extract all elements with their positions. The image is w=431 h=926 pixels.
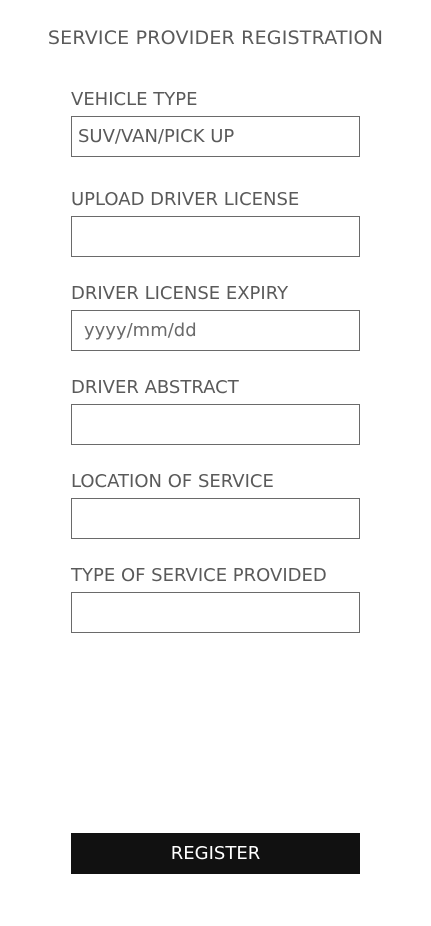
type-of-service-label: TYPE OF SERVICE PROVIDED — [71, 565, 327, 586]
page-title: SERVICE PROVIDER REGISTRATION — [47, 27, 384, 49]
driver-license-expiry-label: DRIVER LICENSE EXPIRY — [71, 283, 289, 304]
location-of-service-field[interactable] — [71, 498, 360, 539]
driver-license-expiry-placeholder: yyyy/mm/dd — [84, 320, 197, 341]
vehicle-type-value: SUV/VAN/PICK UP — [78, 126, 235, 147]
upload-driver-license-field[interactable] — [71, 216, 360, 257]
driver-abstract-label: DRIVER ABSTRACT — [71, 377, 239, 398]
register-button[interactable]: REGISTER — [71, 833, 360, 874]
driver-license-expiry-field[interactable]: yyyy/mm/dd — [71, 310, 360, 351]
type-of-service-field[interactable] — [71, 592, 360, 633]
driver-abstract-field[interactable] — [71, 404, 360, 445]
location-of-service-label: LOCATION OF SERVICE — [71, 471, 274, 492]
upload-driver-license-label: UPLOAD DRIVER LICENSE — [71, 189, 300, 210]
vehicle-type-field[interactable]: SUV/VAN/PICK UP — [71, 116, 360, 157]
vehicle-type-label: VEHICLE TYPE — [71, 89, 198, 110]
